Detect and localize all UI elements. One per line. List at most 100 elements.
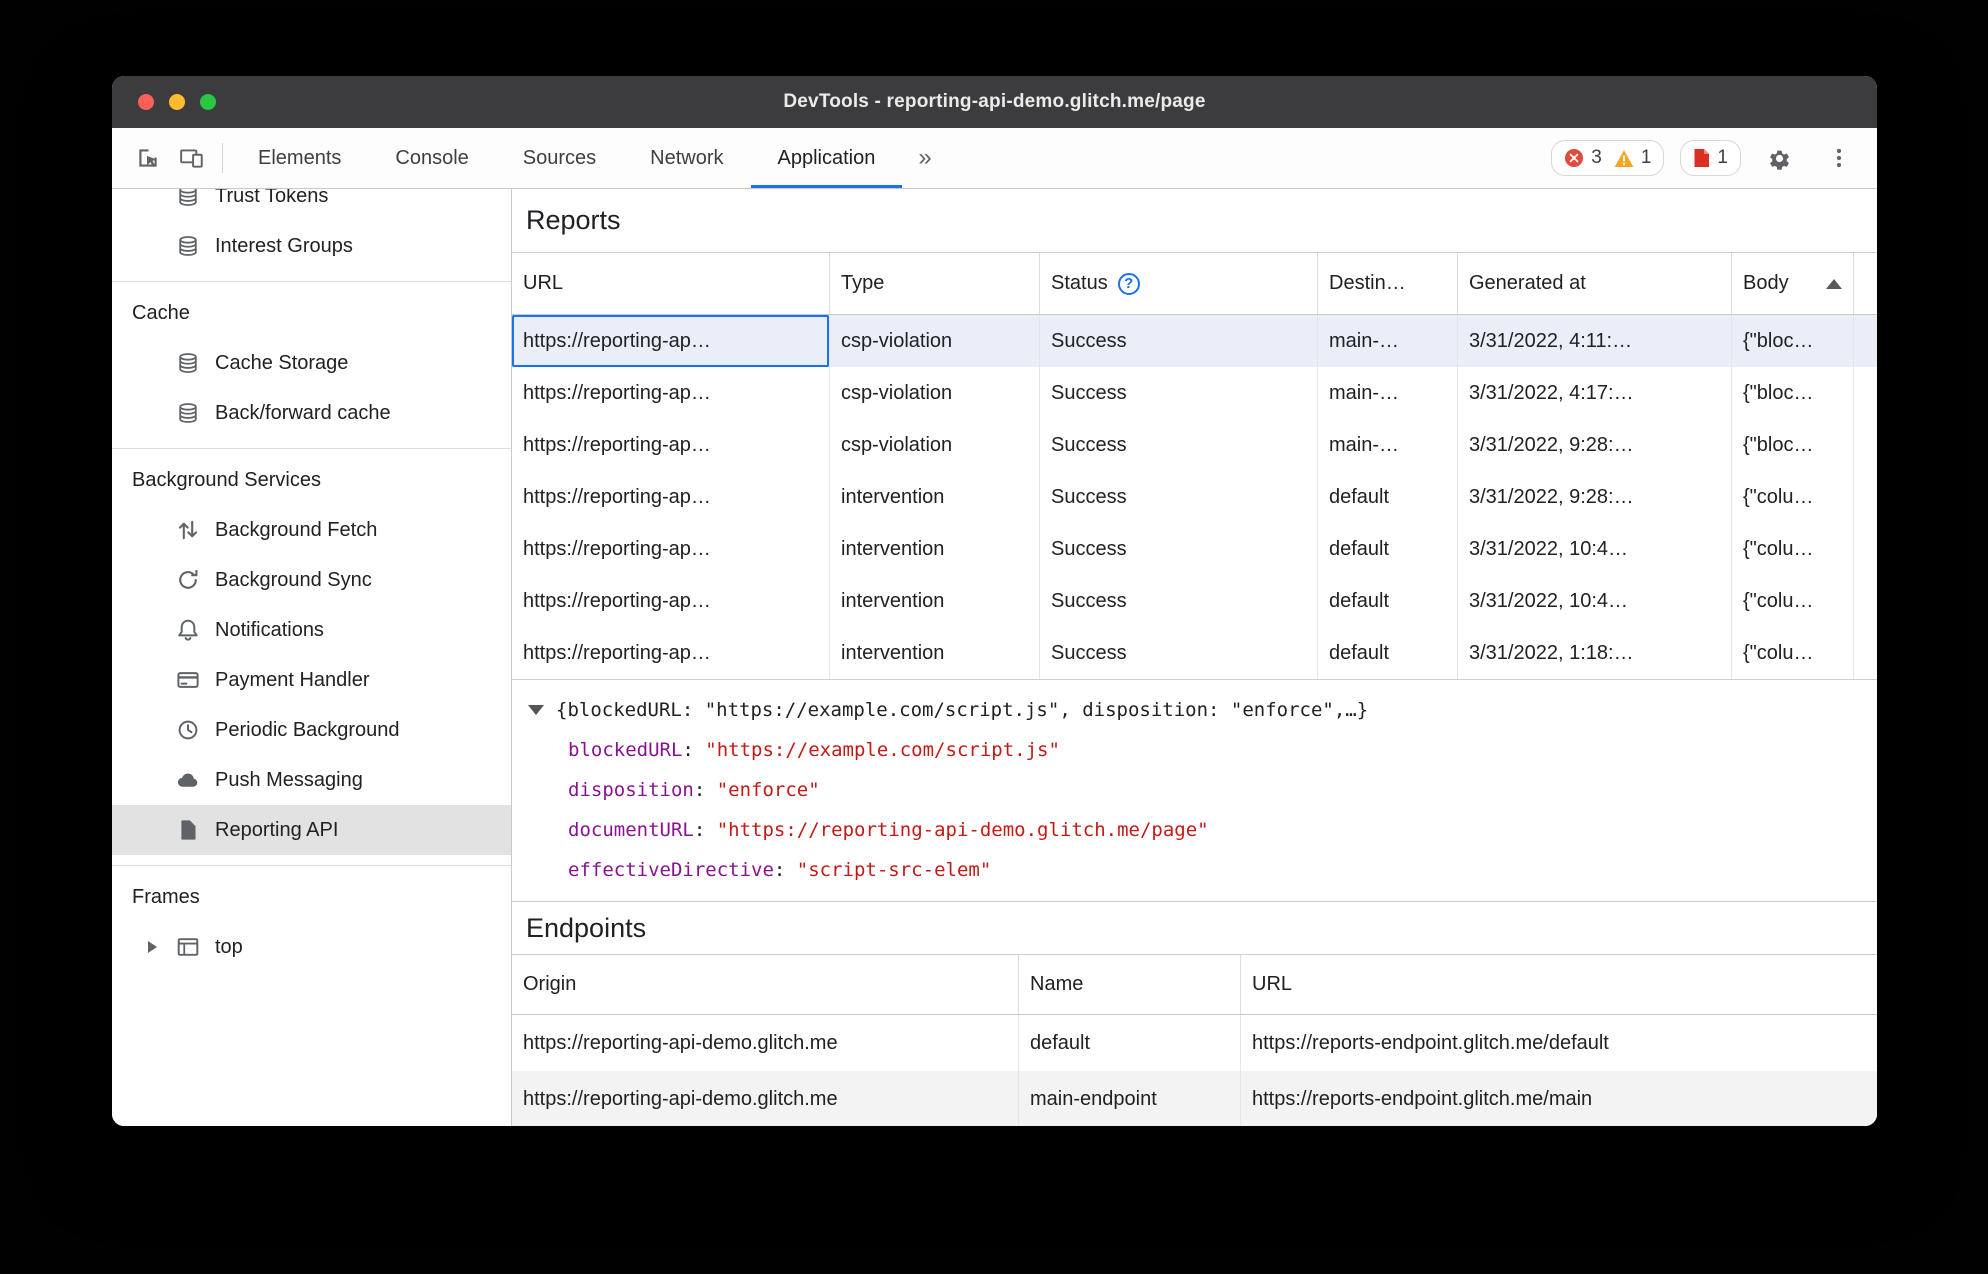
- column-header-status[interactable]: Status ?: [1040, 253, 1318, 314]
- sidebar-item-trust-tokens[interactable]: Trust Tokens: [112, 189, 511, 221]
- column-header-destination[interactable]: Destin…: [1318, 253, 1458, 314]
- toolbar-separator: [222, 143, 223, 173]
- json-property: documentURL: "https://reporting-api-demo…: [568, 819, 1209, 841]
- sidebar-item-label: Push Messaging: [215, 768, 363, 791]
- disclosure-triangle-icon[interactable]: [148, 941, 157, 953]
- reporting-api-view: Reports URL Type Status ? Destin… Genera…: [512, 189, 1877, 1126]
- close-button[interactable]: [138, 94, 154, 110]
- json-property: effectiveDirective: "script-src-elem": [568, 859, 992, 881]
- application-panel: Trust Tokens Interest Groups Cache Cache…: [112, 189, 1877, 1126]
- sidebar-item-label: Notifications: [215, 618, 324, 641]
- sidebar-item-label: Back/forward cache: [215, 401, 391, 424]
- warning-badge[interactable]: 1: [1614, 147, 1652, 169]
- zoom-button[interactable]: [200, 94, 216, 110]
- sidebar-item-periodic-background-sync[interactable]: Periodic Background: [112, 705, 511, 755]
- column-header-endpoint-url[interactable]: URL: [1241, 955, 1877, 1014]
- issue-icon: [1693, 148, 1710, 168]
- issue-count: 1: [1717, 147, 1728, 168]
- database-icon: [176, 401, 200, 425]
- sidebar-item-label: Background Sync: [215, 568, 372, 591]
- sidebar-item-top-frame[interactable]: top: [112, 922, 511, 972]
- column-header-type[interactable]: Type: [830, 253, 1040, 314]
- column-header-body[interactable]: Body: [1732, 253, 1854, 314]
- reports-table-header: URL Type Status ? Destin… Generated at B…: [512, 253, 1877, 315]
- sidebar-item-label: Periodic Background: [215, 718, 400, 741]
- report-url-cell[interactable]: https://reporting-ap…: [512, 315, 830, 367]
- tab-sources[interactable]: Sources: [496, 128, 623, 188]
- sidebar-item-cache-storage[interactable]: Cache Storage: [112, 338, 511, 388]
- minimize-button[interactable]: [169, 94, 185, 110]
- report-row[interactable]: https://reporting-ap… intervention Succe…: [512, 627, 1877, 679]
- sort-ascending-icon: [1826, 278, 1842, 289]
- inspect-icon[interactable]: [126, 128, 170, 188]
- sidebar-item-interest-groups[interactable]: Interest Groups: [112, 221, 511, 271]
- background-sync-icon: [176, 568, 200, 592]
- json-property: disposition: "enforce": [568, 779, 820, 801]
- desktop-background: DevTools - reporting-api-demo.glitch.me/…: [0, 0, 1988, 1274]
- sidebar-section-header: Background Services: [132, 468, 321, 491]
- column-header-generated-at[interactable]: Generated at: [1458, 253, 1732, 314]
- sidebar-item-reporting-api[interactable]: Reporting API: [112, 805, 511, 855]
- device-toolbar-icon[interactable]: [170, 128, 214, 188]
- error-icon: [1564, 148, 1584, 168]
- sidebar-section-background-services: Background Services Background Fetch Bac…: [112, 449, 511, 866]
- warning-icon: [1614, 149, 1634, 168]
- report-row[interactable]: https://reporting-ap… csp-violation Succ…: [512, 315, 1877, 367]
- status-help-icon[interactable]: ?: [1117, 272, 1140, 295]
- endpoint-row[interactable]: https://reporting-api-demo.glitch.me def…: [512, 1015, 1877, 1071]
- window-titlebar: DevTools - reporting-api-demo.glitch.me/…: [112, 76, 1877, 128]
- sidebar-item-label: Interest Groups: [215, 234, 353, 257]
- database-icon: [176, 351, 200, 375]
- report-body-preview: {blockedURL: "https://example.com/script…: [512, 679, 1877, 901]
- sidebar-item-label: top: [215, 935, 243, 958]
- console-status-badges[interactable]: 3 1: [1551, 140, 1665, 176]
- sidebar-item-payment-handler[interactable]: Payment Handler: [112, 655, 511, 705]
- endpoints-section-title: Endpoints: [512, 901, 1877, 955]
- report-row[interactable]: https://reporting-ap… intervention Succe…: [512, 471, 1877, 523]
- kebab-menu-icon[interactable]: [1817, 145, 1861, 171]
- bell-icon: [176, 618, 200, 642]
- column-header-name[interactable]: Name: [1019, 955, 1241, 1014]
- error-count: 3: [1591, 147, 1602, 168]
- clock-icon: [176, 718, 200, 742]
- sidebar-item-background-fetch[interactable]: Background Fetch: [112, 505, 511, 555]
- sidebar-section-storage: Trust Tokens Interest Groups: [112, 189, 511, 282]
- report-row[interactable]: https://reporting-ap… csp-violation Succ…: [512, 367, 1877, 419]
- tab-application[interactable]: Application: [750, 128, 903, 188]
- warning-count: 1: [1640, 147, 1652, 168]
- json-preview-summary[interactable]: {blockedURL: "https://example.com/script…: [528, 690, 1877, 730]
- sidebar-item-label: Cache Storage: [215, 351, 349, 374]
- cloud-icon: [176, 768, 200, 792]
- error-badge[interactable]: 3: [1564, 147, 1602, 169]
- more-tabs-button[interactable]: »: [902, 128, 947, 188]
- traffic-lights: [138, 76, 216, 128]
- tab-elements[interactable]: Elements: [231, 128, 368, 188]
- report-row[interactable]: https://reporting-ap… csp-violation Succ…: [512, 419, 1877, 471]
- report-row[interactable]: https://reporting-ap… intervention Succe…: [512, 575, 1877, 627]
- disclosure-triangle-icon[interactable]: [528, 705, 544, 715]
- column-header-url[interactable]: URL: [512, 253, 830, 314]
- issues-badge[interactable]: 1: [1680, 140, 1741, 176]
- devtools-window: DevTools - reporting-api-demo.glitch.me/…: [112, 76, 1877, 1126]
- sidebar-item-label: Payment Handler: [215, 668, 370, 691]
- header-filler: [1854, 253, 1877, 314]
- toolbar-right-controls: 3 1 1: [1551, 128, 1861, 188]
- sidebar-item-label: Background Fetch: [215, 518, 378, 541]
- report-row[interactable]: https://reporting-ap… intervention Succe…: [512, 523, 1877, 575]
- sidebar-item-notifications[interactable]: Notifications: [112, 605, 511, 655]
- frame-icon: [176, 935, 200, 959]
- sidebar-section-frames: Frames top: [112, 866, 511, 982]
- sidebar-section-header: Frames: [132, 885, 200, 908]
- sidebar-section-header: Cache: [132, 301, 190, 324]
- settings-gear-icon[interactable]: [1757, 145, 1801, 172]
- panel-tabs: Elements Console Sources Network Applica…: [231, 128, 903, 188]
- sidebar-item-push-messaging[interactable]: Push Messaging: [112, 755, 511, 805]
- sidebar-item-back-forward-cache[interactable]: Back/forward cache: [112, 388, 511, 438]
- sidebar-item-label: Trust Tokens: [215, 189, 329, 207]
- tab-network[interactable]: Network: [623, 128, 750, 188]
- column-header-origin[interactable]: Origin: [512, 955, 1019, 1014]
- sidebar-item-background-sync[interactable]: Background Sync: [112, 555, 511, 605]
- endpoint-row[interactable]: https://reporting-api-demo.glitch.me mai…: [512, 1071, 1877, 1126]
- tab-console[interactable]: Console: [368, 128, 495, 188]
- window-title: DevTools - reporting-api-demo.glitch.me/…: [783, 91, 1206, 112]
